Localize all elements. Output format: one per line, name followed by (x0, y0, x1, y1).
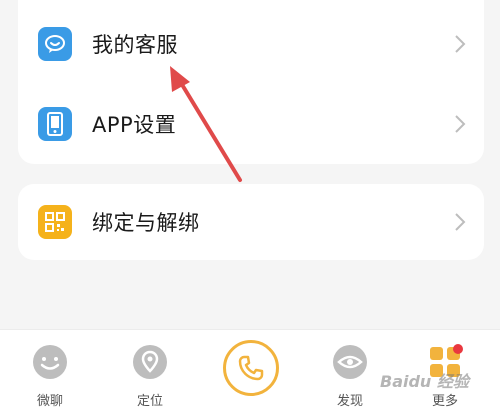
settings-card: 我的客服 APP设置 (18, 0, 484, 164)
menu-item-app-settings[interactable]: APP设置 (18, 84, 484, 164)
eye-icon (333, 345, 367, 379)
phone-call-icon (238, 355, 264, 381)
menu-item-bind-unbind[interactable]: 绑定与解绑 (18, 182, 484, 262)
call-button[interactable] (223, 340, 279, 396)
bind-card: 绑定与解绑 (18, 184, 484, 260)
watermark: Baidu 经验 (380, 372, 469, 391)
tab-label: 定位 (136, 394, 163, 409)
chat-icon (38, 27, 72, 61)
tab-label: 发现 (336, 394, 363, 409)
tab-label: 更多 (431, 394, 458, 409)
menu-item-label: 我的客服 (92, 33, 178, 57)
phone-settings-icon (38, 107, 72, 141)
qr-code-icon (38, 205, 72, 239)
chevron-right-icon (455, 213, 466, 231)
notification-badge (453, 344, 463, 354)
tab-discover[interactable]: 发现 (320, 344, 380, 409)
tab-label: 微聊 (36, 394, 63, 409)
chevron-right-icon (455, 115, 466, 133)
menu-item-label: 绑定与解绑 (92, 211, 200, 235)
tab-location[interactable]: 定位 (120, 344, 180, 409)
chevron-right-icon (455, 35, 466, 53)
location-icon (133, 345, 167, 379)
smiley-chat-icon (33, 345, 67, 379)
tab-chat[interactable]: 微聊 (20, 344, 80, 409)
menu-item-customer-service[interactable]: 我的客服 (18, 4, 484, 84)
menu-item-label: APP设置 (92, 113, 177, 137)
